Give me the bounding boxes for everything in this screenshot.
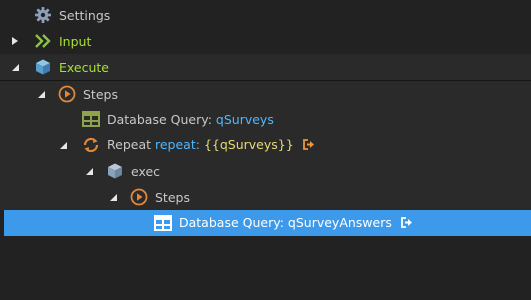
tree-row-execute[interactable]: Execute [0, 54, 531, 80]
step-type-label: Database Query: [107, 111, 212, 127]
collapse-arrow-icon[interactable] [84, 166, 94, 176]
double-chevron-icon [34, 32, 52, 50]
tree-label-settings: Settings [59, 7, 111, 23]
query-name: qSurveyAnswers [287, 215, 392, 230]
tree-row-database-query-answers[interactable]: Database Query: qSurveyAnswers [4, 210, 531, 236]
tree-label-execute: Execute [59, 59, 109, 75]
repeat-expression: {{qSurveys}} [203, 137, 294, 152]
exit-icon [302, 138, 315, 153]
tree-label-input: Input [59, 33, 92, 49]
expand-arrow-icon[interactable] [10, 36, 20, 46]
step-type-label: Repeat [107, 137, 152, 152]
tree-row-input[interactable]: Input [0, 28, 531, 54]
collapse-arrow-icon[interactable] [108, 192, 118, 202]
tree-label-steps-inner: Steps [155, 189, 190, 205]
tree-label-repeat: Repeat repeat: {{qSurveys}} [107, 137, 315, 153]
tree-label-exec: exec [131, 163, 161, 179]
tree-label-steps: Steps [83, 86, 118, 102]
query-name: qSurveys [215, 111, 274, 127]
tree-row-exec[interactable]: exec [0, 158, 531, 184]
tree-row-steps-inner[interactable]: Steps [0, 184, 531, 210]
play-circle-icon [58, 85, 76, 103]
repeat-icon [82, 136, 100, 154]
exit-icon [400, 216, 413, 231]
table-icon [154, 214, 172, 232]
table-icon [82, 110, 100, 128]
cube-icon [34, 58, 52, 76]
tree-row-settings[interactable]: Settings [0, 2, 531, 28]
cube-icon [106, 162, 124, 180]
collapse-arrow-icon[interactable] [58, 140, 68, 150]
tree-label-database-query-answers: Database Query: qSurveyAnswers [179, 215, 413, 231]
tree-row-database-query-surveys[interactable]: Database Query: qSurveys [0, 106, 531, 132]
collapse-arrow-icon[interactable] [36, 89, 46, 99]
collapse-arrow-icon[interactable] [10, 62, 20, 72]
repeat-keyword: repeat: [155, 137, 200, 152]
tree-row-steps[interactable]: Steps [0, 81, 531, 107]
tree-label-database-query: Database Query: qSurveys [107, 112, 274, 127]
tree-row-repeat[interactable]: Repeat repeat: {{qSurveys}} [0, 132, 531, 158]
step-type-label: Database Query: [179, 215, 284, 230]
gear-icon [34, 6, 52, 24]
play-circle-icon [130, 188, 148, 206]
